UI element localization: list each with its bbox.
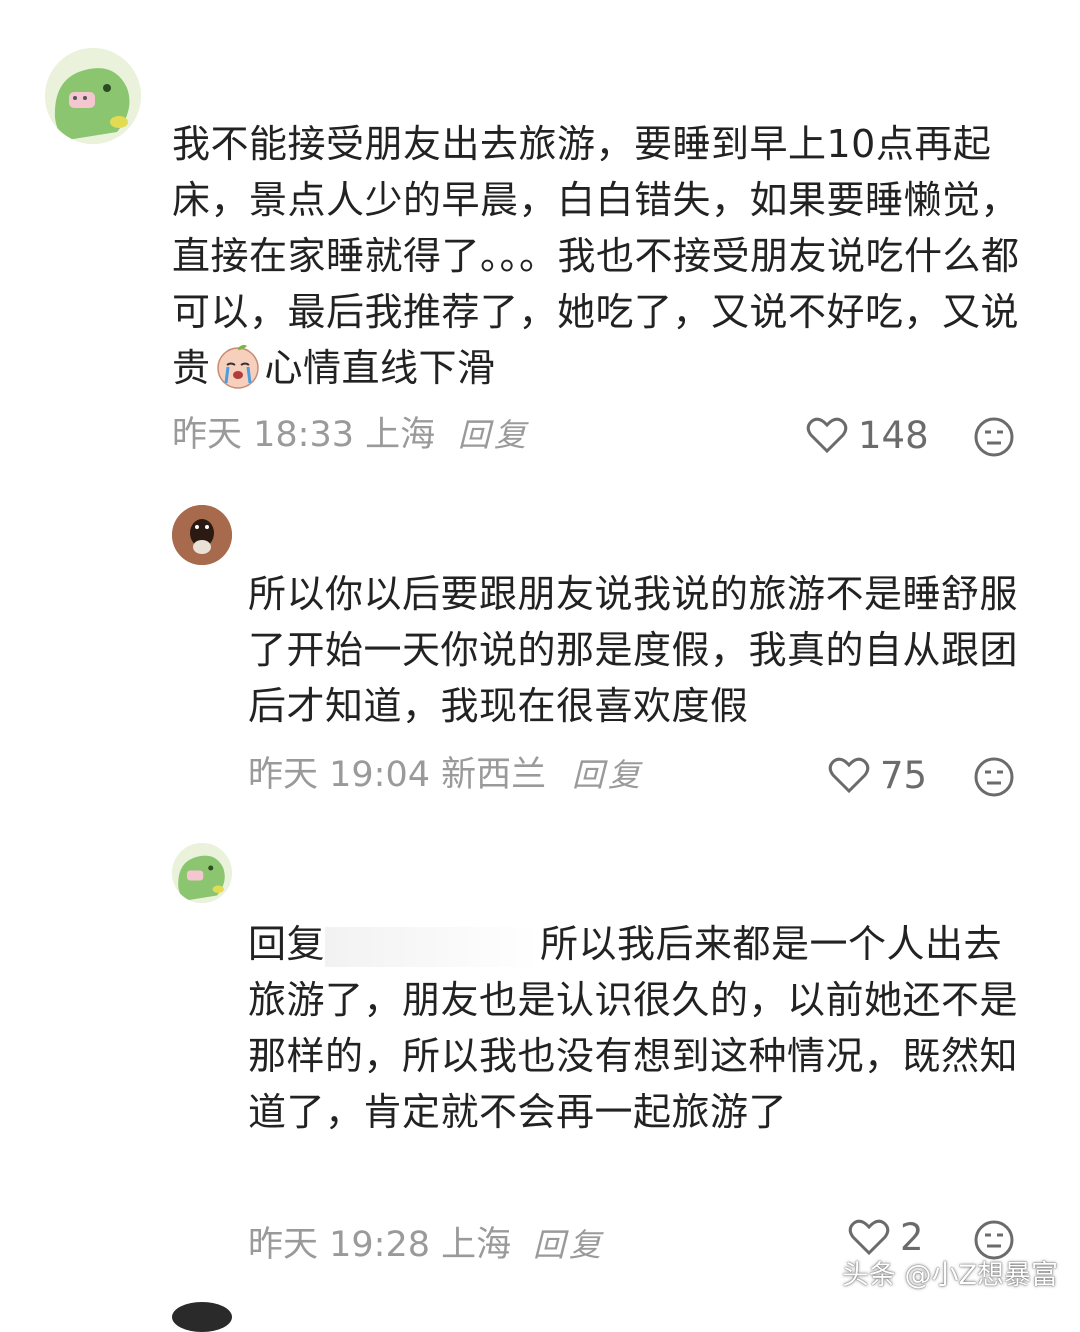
like-count: 148 bbox=[858, 413, 929, 457]
dino-avatar-icon bbox=[172, 843, 232, 903]
neutral-face-icon[interactable] bbox=[973, 416, 1015, 458]
neutral-face-icon[interactable] bbox=[973, 756, 1015, 798]
reply-button[interactable]: 回复 bbox=[458, 410, 530, 460]
comment-time-location: 昨天 19:28 上海 bbox=[248, 1225, 512, 1265]
redacted-username bbox=[325, 926, 541, 967]
reply-button[interactable]: 回复 bbox=[572, 750, 644, 800]
comment-text: 我不能接受朋友出去旅游，要睡到早上10点再起床，景点人少的早晨，白白错失，如果要… bbox=[172, 122, 1020, 391]
like-count: 75 bbox=[880, 753, 928, 797]
like-button[interactable]: 75 bbox=[828, 750, 927, 800]
heart-outline-icon bbox=[806, 417, 848, 454]
dino-avatar-icon bbox=[45, 48, 141, 144]
heart-outline-icon bbox=[848, 1219, 890, 1256]
crying-peach-emoji-icon bbox=[213, 341, 263, 391]
avatar[interactable] bbox=[172, 843, 232, 903]
like-button[interactable]: 148 bbox=[806, 410, 929, 460]
heart-outline-icon bbox=[828, 757, 870, 794]
next-avatar-partial bbox=[172, 1302, 232, 1332]
comment-time-location: 昨天 19:04 新西兰 bbox=[248, 755, 547, 795]
watermark: 头条 @小Z想暴富 bbox=[841, 1260, 1058, 1291]
comment-text: 所以你以后要跟朋友说我说的旅游不是睡舒服了开始一天你说的那是度假，我真的自从跟团… bbox=[248, 572, 1019, 728]
reply-prefix: 回复 bbox=[248, 922, 326, 966]
dog-avatar-icon bbox=[172, 505, 232, 565]
comment-text: 回复 所以我后来都是一个人出去旅游了，朋友也是认识很久的，以前她还不是那样的，所以… bbox=[248, 922, 1019, 1134]
avatar[interactable] bbox=[45, 48, 141, 144]
reply-button[interactable]: 回复 bbox=[533, 1220, 605, 1270]
avatar[interactable] bbox=[172, 505, 232, 565]
comment-time-location: 昨天 18:33 上海 bbox=[172, 415, 436, 455]
